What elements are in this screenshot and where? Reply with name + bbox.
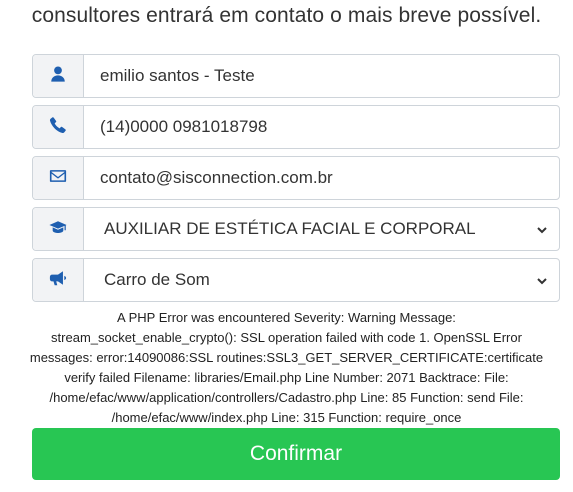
envelope-icon xyxy=(49,167,67,190)
user-icon xyxy=(49,65,67,88)
chevron-down-icon xyxy=(535,222,549,236)
source-row: Carro de Som xyxy=(32,258,560,302)
error-line: /home/efac/www/application/controllers/C… xyxy=(49,390,524,405)
course-addon xyxy=(33,208,84,250)
email-input[interactable]: contato@sisconnection.com.br xyxy=(84,157,559,199)
source-addon xyxy=(33,259,84,301)
error-line: A PHP Error was encountered Severity: Wa… xyxy=(117,310,456,325)
email-addon xyxy=(33,157,84,199)
source-select-value: Carro de Som xyxy=(104,270,210,289)
intro-text: consultores entrará em contato o mais br… xyxy=(31,4,542,27)
course-row: AUXILIAR DE ESTÉTICA FACIAL E CORPORAL xyxy=(32,207,560,251)
graduation-cap-icon xyxy=(49,218,67,241)
megaphone-icon xyxy=(49,269,67,292)
phone-row: (14)0000 0981018798 xyxy=(32,105,560,149)
source-select[interactable]: Carro de Som xyxy=(84,259,559,301)
email-row: contato@sisconnection.com.br xyxy=(32,156,560,200)
error-line: /home/efac/www/index.php Line: 315 Funct… xyxy=(111,410,462,425)
error-line: verify failed Filename: libraries/Email.… xyxy=(64,370,509,385)
course-select-value: AUXILIAR DE ESTÉTICA FACIAL E CORPORAL xyxy=(104,219,476,238)
phone-input[interactable]: (14)0000 0981018798 xyxy=(84,106,559,148)
name-row: emilio santos - Teste xyxy=(32,54,560,98)
chevron-down-icon xyxy=(535,273,549,287)
course-select[interactable]: AUXILIAR DE ESTÉTICA FACIAL E CORPORAL xyxy=(84,208,559,250)
name-addon xyxy=(33,55,84,97)
phone-addon xyxy=(33,106,84,148)
error-line: messages: error:14090086:SSL routines:SS… xyxy=(29,350,544,365)
phone-icon xyxy=(49,116,67,139)
contact-form: emilio santos - Teste (14)0000 098101879… xyxy=(32,54,560,309)
confirm-button[interactable]: Confirmar xyxy=(32,428,560,480)
name-input[interactable]: emilio santos - Teste xyxy=(84,55,559,97)
error-line: stream_socket_enable_crypto(): SSL opera… xyxy=(51,330,522,345)
php-error-message: A PHP Error was encountered Severity: Wa… xyxy=(0,308,573,428)
